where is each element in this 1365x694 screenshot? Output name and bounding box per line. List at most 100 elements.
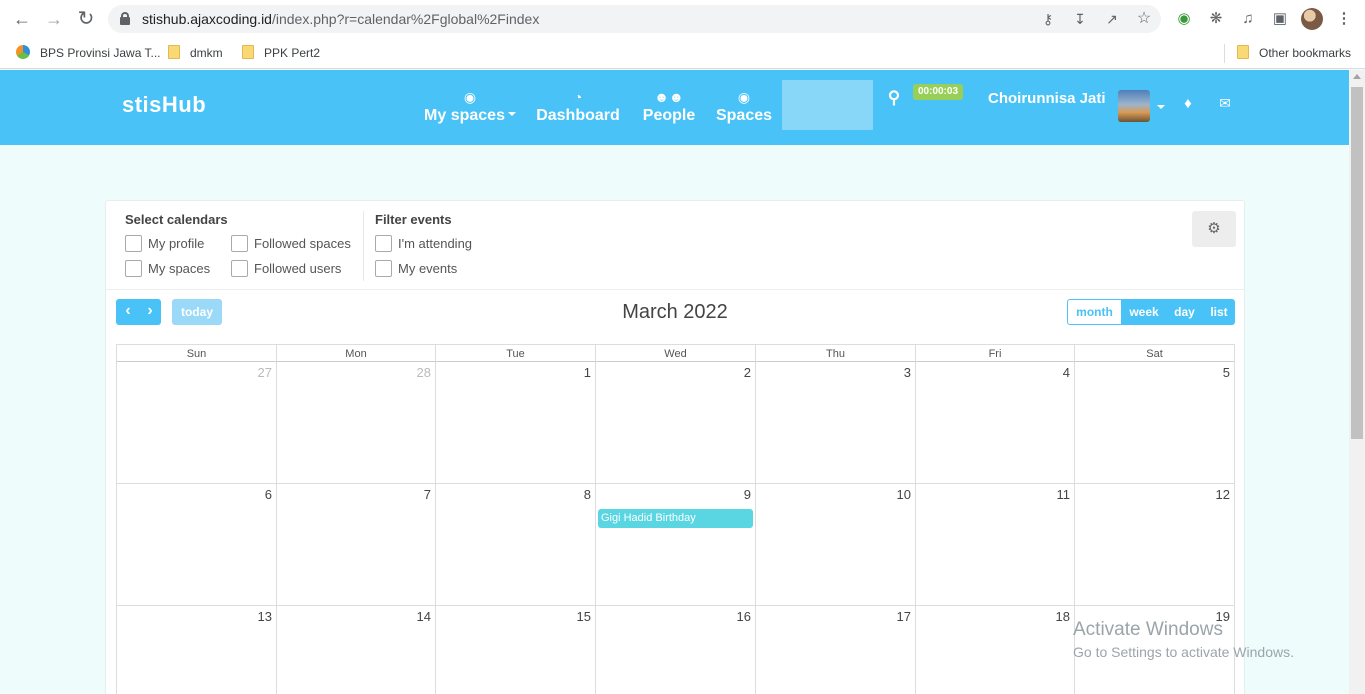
day-cell[interactable]: 3 — [755, 362, 915, 484]
calendar-event[interactable]: Gigi Hadid Birthday — [598, 509, 753, 528]
day-cell[interactable]: 27 — [116, 362, 276, 484]
day-cell[interactable]: 1 — [435, 362, 595, 484]
view-list-button[interactable]: list — [1203, 299, 1235, 325]
user-name[interactable]: Choirunnisa Jati — [988, 90, 1106, 107]
profile-avatar-icon[interactable] — [1301, 8, 1323, 30]
day-number[interactable]: 14 — [417, 609, 431, 624]
day-number[interactable]: 18 — [1056, 609, 1070, 624]
day-number[interactable]: 6 — [265, 487, 272, 502]
share-icon[interactable]: ↗ — [1103, 11, 1121, 27]
bookmark-label: BPS Provinsi Jawa T... — [40, 46, 161, 60]
day-number[interactable]: 4 — [1063, 365, 1070, 380]
app-header: stisHub ◉ My spaces ◔ Dashboard ☻☻ Peopl… — [0, 70, 1349, 145]
day-cell[interactable]: 2 — [595, 362, 755, 484]
bookmarks-bar: BPS Provinsi Jawa T... dmkm PPK Pert2 Ot… — [0, 38, 1365, 69]
back-arrow-icon[interactable]: ← — [12, 9, 32, 29]
nav-my-spaces[interactable]: ◉ My spaces — [420, 80, 520, 130]
scroll-up-arrow-icon[interactable] — [1353, 74, 1361, 79]
checkbox-my-spaces[interactable]: My spaces — [125, 260, 210, 278]
day-number[interactable]: 8 — [584, 487, 591, 502]
day-number[interactable]: 16 — [737, 609, 751, 624]
weekday-header: Sun — [116, 344, 276, 362]
target-icon: ◉ — [463, 89, 477, 105]
bookmark-ppk[interactable]: PPK Pert2 — [242, 43, 320, 63]
folder-icon — [1237, 45, 1249, 59]
bookmark-bps[interactable]: BPS Provinsi Jawa T... — [16, 43, 161, 63]
bookmark-other[interactable]: Other bookmarks — [1237, 43, 1351, 63]
day-cell[interactable]: 6 — [116, 484, 276, 606]
browser-toolbar: ← → ↻ stishub.ajaxcoding.id/index.php?r=… — [0, 0, 1365, 38]
day-cell[interactable]: 7 — [276, 484, 435, 606]
view-week-button[interactable]: week — [1122, 299, 1166, 325]
checkbox-my-events[interactable]: My events — [375, 260, 457, 278]
checkbox-my-profile[interactable]: My profile — [125, 235, 204, 253]
watermark-line1: Activate Windows — [1073, 619, 1223, 640]
scroll-thumb[interactable] — [1351, 87, 1363, 439]
menu-kebab-icon[interactable]: ⋮ — [1334, 9, 1354, 29]
day-number[interactable]: 1 — [584, 365, 591, 380]
bell-icon[interactable]: ♦ — [1178, 95, 1198, 112]
day-cell[interactable]: 10 — [755, 484, 915, 606]
calendar-icon: ▦ — [820, 89, 835, 105]
day-number[interactable]: 28 — [417, 365, 431, 380]
weekday-header: Tue — [435, 344, 595, 362]
nav-dashboard[interactable]: ◔ Dashboard — [532, 80, 624, 130]
extension-globe-icon[interactable]: ◉ — [1174, 9, 1194, 29]
day-number[interactable]: 11 — [1057, 487, 1071, 502]
day-number[interactable]: 5 — [1223, 365, 1230, 380]
envelope-icon[interactable]: ✉ — [1215, 95, 1235, 112]
reload-icon[interactable]: ↻ — [76, 9, 96, 29]
nav-people[interactable]: ☻☻ People — [636, 80, 702, 130]
day-number[interactable]: 3 — [904, 365, 911, 380]
install-app-icon[interactable]: ↧ — [1071, 11, 1089, 27]
day-number[interactable]: 10 — [897, 487, 911, 502]
day-number[interactable]: 27 — [258, 365, 272, 380]
user-avatar[interactable] — [1118, 90, 1150, 122]
day-number[interactable]: 15 — [577, 609, 591, 624]
day-cell[interactable]: 8 — [435, 484, 595, 606]
day-number[interactable]: 12 — [1216, 487, 1230, 502]
lock-icon — [120, 12, 130, 25]
day-cell[interactable]: 5 — [1074, 362, 1234, 484]
windows-activation-watermark: Activate Windows Go to Settings to activ… — [1073, 619, 1294, 663]
day-cell[interactable]: 18 — [915, 606, 1074, 694]
checkbox-followed-spaces[interactable]: Followed spaces — [231, 235, 351, 253]
puzzle-icon[interactable]: ❋ — [1206, 9, 1226, 29]
address-bar[interactable]: stishub.ajaxcoding.id/index.php?r=calend… — [108, 5, 1161, 33]
site-logo[interactable]: stisHub — [122, 92, 206, 118]
page-scrollbar[interactable] — [1349, 70, 1365, 694]
day-cell[interactable]: 16 — [595, 606, 755, 694]
day-cell[interactable]: 11 — [915, 484, 1074, 606]
nav-label: Calendar — [793, 107, 862, 124]
bookmark-dmkm[interactable]: dmkm — [168, 43, 223, 63]
nav-label: Dashboard — [536, 107, 620, 124]
day-cell[interactable]: 9 Gigi Hadid Birthday — [595, 484, 755, 606]
day-number[interactable]: 13 — [258, 609, 272, 624]
day-number[interactable]: 2 — [744, 365, 751, 380]
sidepanel-icon[interactable]: ▣ — [1270, 9, 1290, 29]
checkbox-attending[interactable]: I'm attending — [375, 235, 472, 253]
nav-calendar[interactable]: ▦ Calendar — [782, 80, 873, 130]
day-cell[interactable]: 4 — [915, 362, 1074, 484]
search-icon[interactable]: ⚲ — [884, 88, 904, 108]
day-number[interactable]: 17 — [897, 609, 911, 624]
media-icon[interactable]: ♫ — [1238, 9, 1258, 29]
day-cell[interactable]: 17 — [755, 606, 915, 694]
settings-button[interactable]: ⚙ — [1192, 211, 1236, 247]
day-cell[interactable]: 15 — [435, 606, 595, 694]
day-cell[interactable]: 28 — [276, 362, 435, 484]
view-month-button[interactable]: month — [1067, 299, 1122, 325]
day-number[interactable]: 7 — [424, 487, 431, 502]
user-caret-icon[interactable] — [1154, 100, 1165, 109]
star-icon[interactable]: ☆ — [1135, 11, 1153, 27]
key-icon[interactable]: ⚷ — [1039, 11, 1057, 27]
day-cell[interactable]: 12 — [1074, 484, 1234, 606]
bookmark-separator — [1224, 44, 1225, 63]
day-cell[interactable]: 13 — [116, 606, 276, 694]
checkbox-followed-users[interactable]: Followed users — [231, 260, 341, 278]
day-cell[interactable]: 14 — [276, 606, 435, 694]
day-number[interactable]: 9 — [744, 487, 751, 502]
view-day-button[interactable]: day — [1166, 299, 1203, 325]
nav-spaces[interactable]: ◉ Spaces — [712, 80, 776, 130]
forward-arrow-icon[interactable]: → — [44, 9, 64, 29]
